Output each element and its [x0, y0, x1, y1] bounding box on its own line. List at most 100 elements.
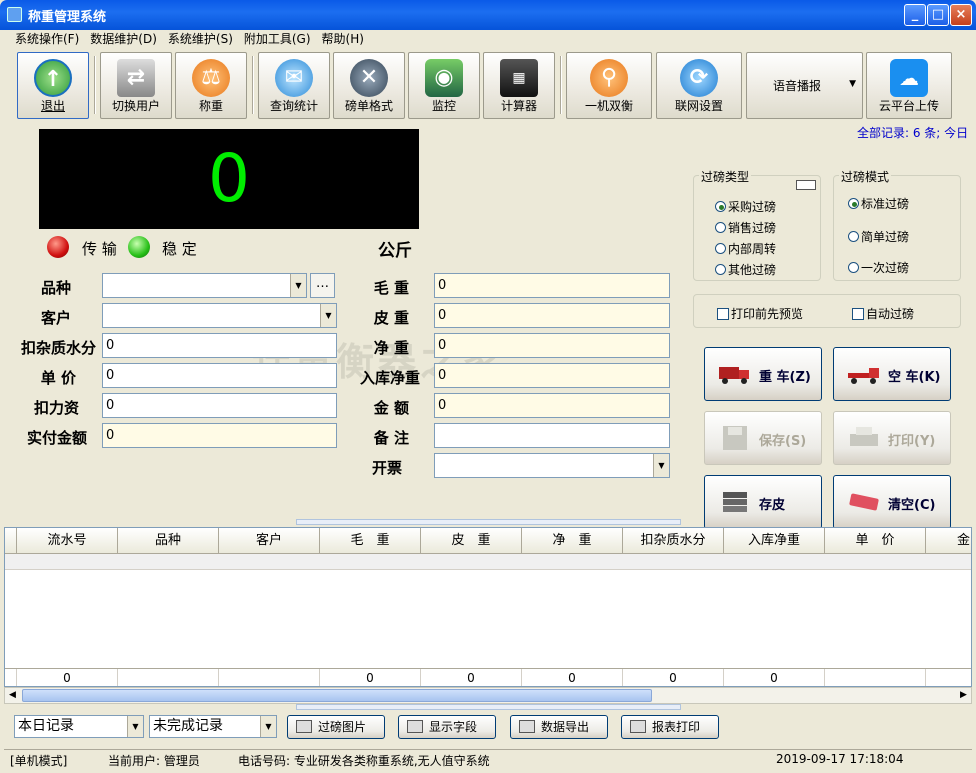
col-header[interactable]: 毛 重 — [320, 528, 421, 554]
dual-balance-label: 一机双衡 — [584, 99, 633, 113]
remark-input[interactable] — [434, 423, 670, 448]
switch-user-button[interactable]: ⇄ 切换用户 — [100, 52, 172, 119]
col-header[interactable]: 金 — [926, 528, 971, 554]
paid-amount-input[interactable]: 0 — [102, 423, 337, 448]
voice-broadcast-dropdown[interactable]: 语音播报 ▼ — [746, 52, 863, 119]
print-preview-checkbox[interactable]: 打印前先预览 — [717, 305, 803, 322]
weigh-button[interactable]: ⚖ 称重 — [175, 52, 247, 119]
bottom-toolbar: 本日记录 ▼ 未完成记录 ▼ 过磅图片 显示字段 数据导出 报表打印 — [4, 710, 972, 744]
col-header[interactable]: 流水号 — [17, 528, 118, 554]
invoice-label: 开票 — [371, 459, 402, 477]
chevron-down-icon[interactable]: ▼ — [290, 274, 306, 297]
options-group: 打印前先预览 自动过磅 — [693, 294, 961, 328]
menu-help[interactable]: 帮助(H) — [322, 30, 364, 49]
col-header[interactable]: 单 价 — [825, 528, 926, 554]
cloud-upload-button[interactable]: ☁ 云平台上传 — [866, 52, 952, 119]
date-filter-select[interactable]: 本日记录 ▼ — [14, 715, 144, 738]
col-header[interactable]: 扣杂质水分 — [623, 528, 724, 554]
clear-button[interactable]: 清空(C) — [833, 475, 951, 529]
deduct-input[interactable]: 0 — [102, 333, 337, 358]
radio-sales[interactable]: 销售过磅 — [715, 219, 776, 236]
exit-button[interactable]: ↑ 退出 — [17, 52, 89, 119]
transmit-led-icon — [47, 236, 69, 258]
amount-input[interactable]: 0 — [434, 393, 670, 418]
total-cell: 0 — [17, 669, 118, 686]
net-input[interactable]: 0 — [434, 333, 670, 358]
save-button[interactable]: 保存(S) — [704, 411, 822, 465]
total-cell — [825, 669, 926, 686]
empty-truck-button[interactable]: 空 车(K) — [833, 347, 951, 401]
radio-single[interactable]: 一次过磅 — [848, 259, 909, 276]
heavy-truck-button[interactable]: 重 车(Z) — [704, 347, 822, 401]
variety-select[interactable]: ▼ — [102, 273, 307, 298]
exit-icon: ↑ — [34, 59, 72, 97]
gross-input[interactable]: 0 — [434, 273, 670, 298]
menu-system-maintenance[interactable]: 系统维护(S) — [168, 30, 233, 49]
invoice-select[interactable]: ▼ — [434, 453, 670, 478]
report-print-button[interactable]: 报表打印 — [621, 715, 719, 739]
menu-tools[interactable]: 附加工具(G) — [244, 30, 311, 49]
user-status: 当前用户: 管理员 — [108, 754, 200, 768]
store-tare-button[interactable]: 存皮 — [704, 475, 822, 529]
dual-balance-button[interactable]: ⚲ 一机双衡 — [566, 52, 652, 119]
weigh-photos-button[interactable]: 过磅图片 — [287, 715, 385, 739]
status-filter-select[interactable]: 未完成记录 ▼ — [149, 715, 277, 738]
stock-net-input[interactable]: 0 — [434, 363, 670, 388]
splitter-handle[interactable] — [296, 519, 681, 525]
variety-label: 品种 — [40, 279, 71, 297]
radio-internal[interactable]: 内部周转 — [715, 240, 776, 257]
exit-label: 退出 — [40, 99, 65, 113]
scroll-right-icon[interactable]: ▶ — [957, 689, 970, 702]
menu-system-ops[interactable]: 系统操作(F) — [15, 30, 79, 49]
chevron-down-icon[interactable]: ▼ — [320, 304, 336, 327]
menu-data-maintenance[interactable]: 数据维护(D) — [90, 30, 157, 49]
radio-standard[interactable]: 标准过磅 — [848, 195, 909, 212]
network-icon: ⟳ — [680, 59, 718, 97]
query-button[interactable]: ✉ 查询统计 — [258, 52, 330, 119]
title-bar[interactable]: 称重管理系统 _ □ × — [0, 0, 976, 30]
records-table: 流水号 品种 客户 毛 重 皮 重 净 重 扣杂质水分 入库净重 单 价 金 0… — [4, 527, 972, 687]
horizontal-scrollbar[interactable]: ◀ ▶ — [4, 687, 972, 704]
customer-select[interactable]: ▼ — [102, 303, 337, 328]
ticket-format-button[interactable]: ✕ 磅单格式 — [333, 52, 405, 119]
tare-label: 皮 重 — [373, 309, 409, 327]
toolbar: ↑ 退出 ⇄ 切换用户 ⚖ 称重 ✉ 查询统计 ✕ 磅单格式 ◉ 监控 ▦ 计算… — [4, 50, 972, 122]
radio-simple[interactable]: 简单过磅 — [848, 228, 909, 245]
export-button[interactable]: 数据导出 — [510, 715, 608, 739]
print-label: 打印(Y) — [888, 434, 936, 449]
close-button[interactable]: × — [950, 4, 972, 26]
col-header[interactable]: 净 重 — [522, 528, 623, 554]
show-fields-button[interactable]: 显示字段 — [398, 715, 496, 739]
total-cell — [118, 669, 219, 686]
table-row[interactable] — [5, 554, 971, 570]
auto-weigh-checkbox[interactable]: 自动过磅 — [852, 305, 914, 322]
save-label: 保存(S) — [759, 434, 807, 449]
scroll-thumb[interactable] — [22, 689, 652, 702]
monitor-button[interactable]: ◉ 监控 — [408, 52, 480, 119]
print-button[interactable]: 打印(Y) — [833, 411, 951, 465]
minimize-button[interactable]: _ — [904, 4, 926, 26]
variety-more-button[interactable]: … — [310, 273, 335, 298]
col-header[interactable]: 品种 — [118, 528, 219, 554]
col-header[interactable]: 客户 — [219, 528, 320, 554]
weigh-mode-title: 过磅模式 — [839, 168, 892, 185]
status-bar: [单机模式] 当前用户: 管理员 电话号码: 专业研发各类称重系统,无人值守系统… — [4, 749, 972, 771]
price-input[interactable]: 0 — [102, 363, 337, 388]
chevron-down-icon[interactable]: ▼ — [127, 716, 143, 737]
calculator-button[interactable]: ▦ 计算器 — [483, 52, 555, 119]
truck-icon — [848, 368, 879, 384]
col-header[interactable]: 皮 重 — [421, 528, 522, 554]
printer-icon — [850, 427, 878, 446]
maximize-button[interactable]: □ — [927, 4, 949, 26]
network-settings-button[interactable]: ⟳ 联网设置 — [656, 52, 742, 119]
monitor-label: 监控 — [431, 99, 456, 113]
chevron-down-icon[interactable]: ▼ — [653, 454, 669, 477]
radio-other[interactable]: 其他过磅 — [715, 261, 776, 278]
tare-input[interactable]: 0 — [434, 303, 670, 328]
col-header[interactable]: 入库净重 — [724, 528, 825, 554]
export-icon — [519, 720, 535, 733]
labor-fee-input[interactable]: 0 — [102, 393, 337, 418]
radio-purchase[interactable]: 采购过磅 — [715, 198, 776, 215]
chevron-down-icon[interactable]: ▼ — [260, 716, 276, 737]
scroll-left-icon[interactable]: ◀ — [6, 689, 19, 702]
